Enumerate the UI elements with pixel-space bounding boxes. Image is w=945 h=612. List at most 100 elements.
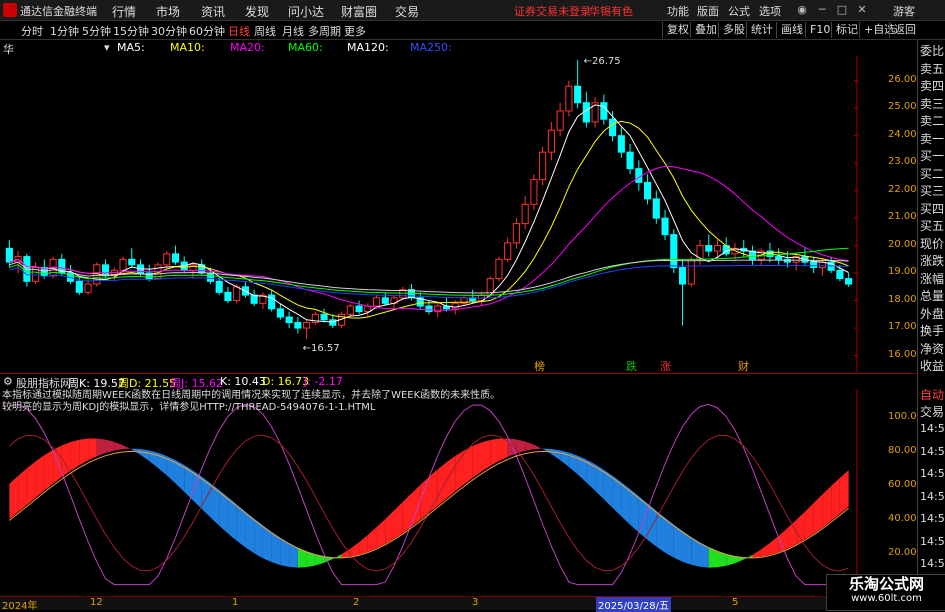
- candle-body: [547, 129, 555, 153]
- menu-shichang[interactable]: 市场: [156, 3, 180, 20]
- price-tick: 23.00: [888, 156, 917, 168]
- gear-icon[interactable]: ⚙: [3, 375, 13, 388]
- tab-week[interactable]: 周线: [254, 23, 276, 39]
- date-label: 12: [90, 597, 103, 608]
- menu-zixun[interactable]: 资讯: [201, 3, 225, 20]
- date-label: 5: [732, 597, 739, 608]
- f10-button[interactable]: F10: [805, 22, 834, 38]
- tab-more[interactable]: 更多: [344, 23, 366, 39]
- period-toolbar: 分时 1分钟 5分钟 15分钟 30分钟 60分钟 日线 周线 月线 多周期 更…: [0, 21, 945, 40]
- tab-30min[interactable]: 30分钟: [151, 23, 187, 39]
- candlestick-chart[interactable]: ←26.75 ←16.57 榜 跌 涨 财: [0, 56, 917, 372]
- date-label: 3: [472, 597, 479, 608]
- candle-body: [215, 280, 223, 293]
- close-icon[interactable]: ✕: [854, 2, 870, 18]
- dropdown-icon[interactable]: ▾: [104, 41, 110, 54]
- kdj-indicator-chart[interactable]: [0, 389, 858, 596]
- quote-label: 收益: [920, 359, 945, 373]
- candle-body: [250, 294, 258, 304]
- tick-time: 14:5: [920, 422, 945, 435]
- tab-multiperiod[interactable]: 多周期: [308, 23, 341, 39]
- tongji-button[interactable]: 统计: [746, 22, 777, 38]
- candle-body: [163, 253, 171, 266]
- candle-body: [294, 322, 302, 329]
- candle-body: [285, 316, 293, 324]
- candle-body: [75, 280, 83, 293]
- candle-body: [652, 198, 660, 219]
- candle-body: [661, 217, 669, 236]
- tab-1min[interactable]: 1分钟: [50, 23, 79, 39]
- week-kdj-band: [455, 450, 464, 492]
- tick-time: 14:5: [920, 534, 945, 548]
- tick-time: 14:5: [920, 467, 945, 480]
- candle-body: [705, 245, 713, 252]
- week-kdj-band: [26, 461, 36, 505]
- quote-label: 卖五: [920, 61, 945, 76]
- week-kdj-band: [61, 442, 71, 477]
- menu-banmian[interactable]: 版面: [697, 3, 719, 19]
- auto-toggle[interactable]: 自动: [920, 386, 944, 403]
- j-label: J: -2.17: [304, 375, 343, 388]
- indicator-tick: 20.00: [888, 547, 917, 558]
- week-kdj-band: [446, 455, 456, 499]
- quote-label: 买四: [920, 201, 945, 216]
- menu-gongneng[interactable]: 功能: [667, 3, 689, 19]
- login-warning[interactable]: 证券交易未登录: [514, 3, 591, 19]
- menu-jiaoyi[interactable]: 交易: [395, 3, 419, 20]
- maximize-icon[interactable]: □: [834, 2, 850, 18]
- tab-5min[interactable]: 5分钟: [82, 23, 111, 39]
- candle-body: [670, 234, 678, 269]
- candle-body: [626, 151, 634, 170]
- user-icon[interactable]: ◉: [794, 2, 810, 18]
- quote-label: 委比: [920, 44, 945, 58]
- fuquan-button[interactable]: 复权: [662, 22, 693, 38]
- tab-month[interactable]: 月线: [282, 23, 304, 39]
- quote-label: 涨幅: [920, 271, 945, 286]
- menu-caifuquan[interactable]: 财富圈: [341, 3, 377, 20]
- candle-body: [5, 247, 13, 263]
- huaxian-button[interactable]: 画线: [776, 22, 807, 38]
- menu-wenxiaoda[interactable]: 问小达: [288, 3, 324, 20]
- watermark-box: 乐淘公式网 www.60lt.com: [826, 574, 945, 611]
- week-kdj-band: [665, 517, 674, 558]
- candle-body: [504, 242, 512, 260]
- price-tick: 21.00: [888, 211, 917, 223]
- candle-body: [355, 305, 363, 313]
- app-logo-icon: [3, 3, 17, 17]
- candle-body: [530, 179, 538, 205]
- tab-15min[interactable]: 15分钟: [113, 23, 149, 39]
- date-label: 2: [353, 597, 360, 608]
- tab-60min[interactable]: 60分钟: [189, 23, 225, 39]
- tick-time: 14:5: [920, 512, 945, 525]
- candle-body: [224, 291, 232, 302]
- high-price-label: ←26.75: [584, 56, 621, 67]
- menu-hangqing[interactable]: 行情: [112, 3, 136, 20]
- candle-body: [128, 258, 136, 266]
- biaoji-button[interactable]: 标记: [831, 22, 862, 38]
- trade-button[interactable]: 交易: [920, 403, 944, 420]
- candle-body: [539, 151, 547, 181]
- price-axis: 26.00 25.00 24.00 23.00 22.00 21.00 20.00 19.00…: [858, 56, 917, 372]
- menu-faxian[interactable]: 发现: [245, 3, 269, 20]
- price-tick: 22.00: [888, 183, 917, 195]
- minimize-icon[interactable]: ─: [814, 2, 830, 18]
- diejia-button[interactable]: 叠加: [690, 22, 721, 38]
- quote-label: 卖三: [920, 96, 945, 111]
- price-tick: 19.00: [888, 266, 917, 278]
- duogu-button[interactable]: 多股: [718, 22, 749, 38]
- candle-body: [574, 85, 582, 104]
- candle-body: [101, 264, 110, 277]
- menu-gongshi[interactable]: 公式: [728, 3, 750, 19]
- tab-fenshi[interactable]: 分时: [21, 23, 43, 39]
- price-tick: 25.00: [888, 101, 917, 113]
- guest-label[interactable]: 游客: [893, 3, 915, 19]
- menu-xuanxiang[interactable]: 选项: [759, 3, 781, 19]
- quote-label: 卖四: [920, 79, 945, 93]
- tab-day[interactable]: 日线: [228, 23, 250, 39]
- candle-body: [303, 322, 311, 329]
- back-button[interactable]: 返回: [889, 22, 920, 38]
- quote-label: 换手: [920, 324, 945, 338]
- candle-body: [635, 168, 643, 183]
- event-marker: 涨: [660, 360, 671, 372]
- week-kdj-band: [254, 518, 263, 559]
